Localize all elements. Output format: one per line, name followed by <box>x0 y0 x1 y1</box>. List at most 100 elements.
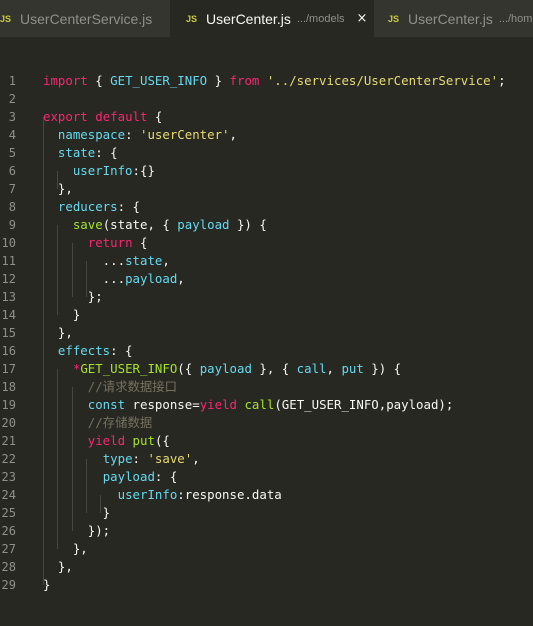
line-code: state: { <box>43 144 118 162</box>
line-number: 5 <box>8 146 16 160</box>
line-code: ...payload, <box>43 270 185 288</box>
tab-usercenter-home[interactable]: JS UserCenter.js .../hom <box>374 0 533 37</box>
code-line[interactable]: 2 <box>0 90 533 108</box>
code-token: 'save' <box>147 451 193 466</box>
line-number: 27 <box>1 542 16 556</box>
code-token: :{} <box>132 163 155 178</box>
code-token: , <box>326 361 342 376</box>
line-code: //请求数据接口 <box>43 378 177 396</box>
code-token: : { <box>110 343 133 358</box>
line-code: ...state, <box>43 252 170 270</box>
line-number: 23 <box>1 470 16 484</box>
code-line[interactable]: 8 reducers: { <box>0 198 533 216</box>
code-line[interactable]: 18 //请求数据接口 <box>0 378 533 396</box>
tab-path-description: .../hom <box>498 12 533 25</box>
line-code: }, <box>43 558 73 576</box>
line-number: 15 <box>1 326 16 340</box>
code-token: }, <box>43 181 73 196</box>
code-token: : { <box>95 145 118 160</box>
code-line[interactable]: 25 } <box>0 504 533 522</box>
line-number: 26 <box>1 524 16 538</box>
code-line[interactable]: 7 }, <box>0 180 533 198</box>
line-number: 2 <box>8 92 16 106</box>
code-token: default <box>95 109 148 124</box>
editor-tab-bar: JS UserCenterService.js JS UserCenter.js… <box>0 0 533 37</box>
code-line[interactable]: 12 ...payload, <box>0 270 533 288</box>
line-code: } <box>43 576 50 594</box>
code-token: }) { <box>363 361 402 376</box>
line-code: namespace: 'userCenter', <box>43 126 237 144</box>
code-token: ... <box>43 271 126 286</box>
line-code: import { GET_USER_INFO } from '../servic… <box>43 72 506 90</box>
code-line[interactable]: 29} <box>0 576 533 594</box>
line-code: return { <box>43 234 148 252</box>
code-token: : <box>132 451 148 466</box>
code-line[interactable]: 21 yield put({ <box>0 432 533 450</box>
code-token: ; <box>498 73 506 88</box>
code-line[interactable]: 10 return { <box>0 234 533 252</box>
tab-usercenter-models[interactable]: JS UserCenter.js .../models × <box>170 0 374 37</box>
code-line[interactable]: 6 userInfo:{} <box>0 162 533 180</box>
code-token: }, <box>43 541 88 556</box>
code-token: put <box>132 433 155 448</box>
code-token: export <box>43 109 88 124</box>
code-token: }; <box>43 289 103 304</box>
code-line[interactable]: 19 const response=yield call(GET_USER_IN… <box>0 396 533 414</box>
code-line[interactable]: 15 }, <box>0 324 533 342</box>
code-token: state <box>125 253 163 268</box>
code-token: put <box>341 361 364 376</box>
code-line[interactable]: 17 *GET_USER_INFO({ payload }, { call, p… <box>0 360 533 378</box>
code-line[interactable]: 26 }); <box>0 522 533 540</box>
code-token: '../services/UserCenterService' <box>266 73 499 88</box>
code-line[interactable]: 14 } <box>0 306 533 324</box>
line-number: 16 <box>1 344 16 358</box>
line-number: 8 <box>8 200 16 214</box>
code-token: yield <box>87 433 126 448</box>
code-token: effects <box>57 343 111 358</box>
code-line[interactable]: 5 state: { <box>0 144 533 162</box>
code-token: } <box>43 577 51 592</box>
line-code: }; <box>43 288 103 306</box>
code-line[interactable]: 16 effects: { <box>0 342 533 360</box>
code-token: payload <box>177 217 230 232</box>
code-line[interactable]: 20 //存储数据 <box>0 414 533 432</box>
line-number: 7 <box>8 182 16 196</box>
code-line[interactable]: 27 }, <box>0 540 533 558</box>
code-line[interactable]: 24 userInfo:response.data <box>0 486 533 504</box>
code-line[interactable]: 11 ...state, <box>0 252 533 270</box>
close-icon[interactable]: × <box>357 11 368 26</box>
line-code: payload: { <box>43 468 178 486</box>
code-token: } <box>43 505 111 520</box>
line-number: 12 <box>1 272 16 286</box>
code-editor[interactable]: 1 import { GET_USER_INFO } from '../servi… <box>0 72 533 594</box>
code-line[interactable]: 22 type: 'save', <box>0 450 533 468</box>
javascript-file-icon: JS <box>186 13 198 24</box>
code-line[interactable]: 4 namespace: 'userCenter', <box>0 126 533 144</box>
code-line[interactable]: 3 export default { <box>0 108 533 126</box>
code-token: 'userCenter' <box>139 127 230 142</box>
code-line[interactable]: 1 import { GET_USER_INFO } from '../servi… <box>0 72 533 90</box>
line-number: 1 <box>8 74 16 88</box>
code-token: payload <box>199 361 252 376</box>
code-token: payload <box>102 469 155 484</box>
code-token: state <box>57 145 96 160</box>
code-token: { <box>132 235 148 250</box>
line-code: }, <box>43 324 73 342</box>
line-number: 9 <box>8 218 16 232</box>
tab-label: UserCenterService.js <box>20 10 153 27</box>
tab-usercenterservice[interactable]: JS UserCenterService.js <box>0 0 170 37</box>
code-token: }, <box>43 325 73 340</box>
code-line[interactable]: 23 payload: { <box>0 468 533 486</box>
code-line[interactable]: 9 save(state, { payload }) { <box>0 216 533 234</box>
line-number: 11 <box>1 254 16 268</box>
code-token: }, <box>43 559 73 574</box>
line-number: 17 <box>1 362 16 376</box>
code-line[interactable]: 13 }; <box>0 288 533 306</box>
code-line[interactable]: 28 }, <box>0 558 533 576</box>
